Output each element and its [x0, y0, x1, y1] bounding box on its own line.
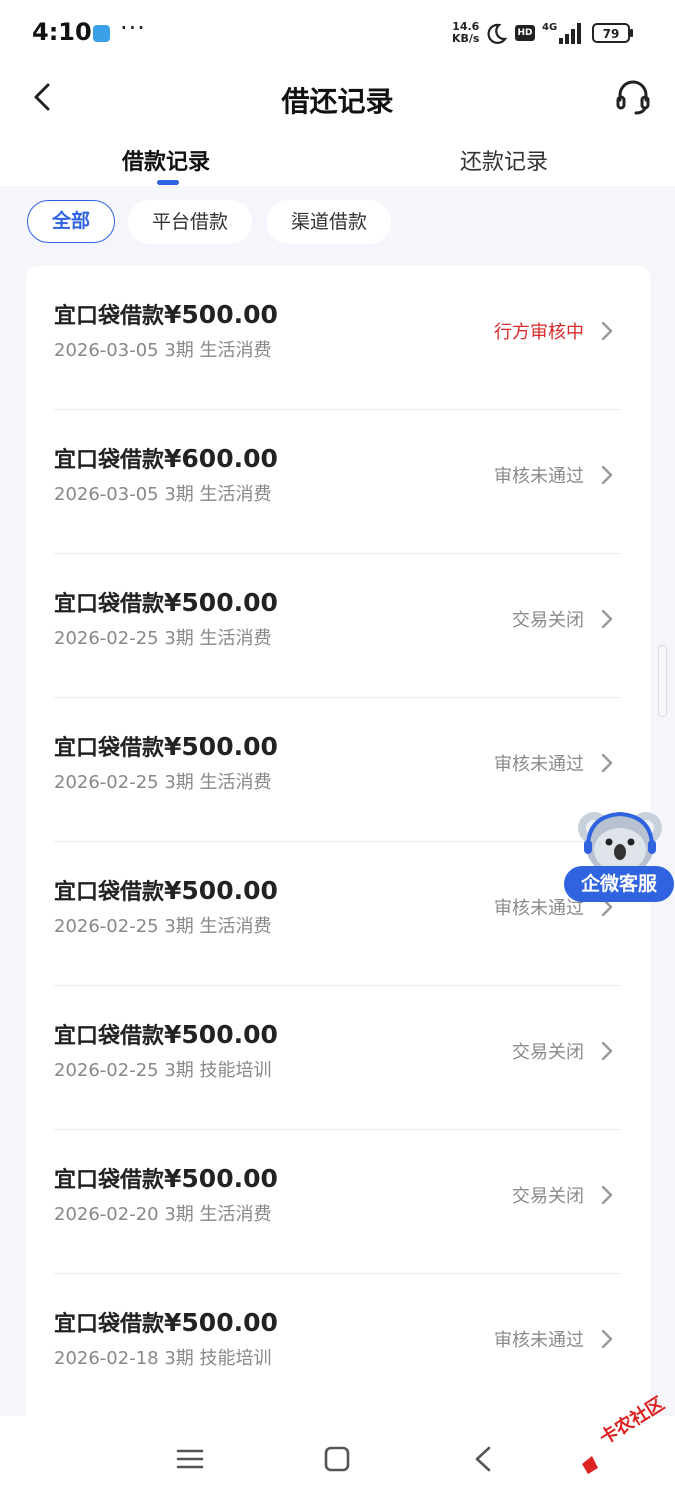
- filter-all[interactable]: 全部: [27, 200, 115, 243]
- record-status: 审核未通过: [494, 754, 584, 775]
- net-speed: 14.6 KB/s: [452, 21, 479, 45]
- record-name: 宜口袋借款: [54, 736, 165, 761]
- menu-icon[interactable]: [173, 1442, 207, 1476]
- record-title: 宜口袋借款¥500.00: [54, 1018, 278, 1050]
- back-triangle-icon[interactable]: [467, 1442, 501, 1476]
- record-amount: ¥500.00: [164, 1020, 278, 1049]
- record-tabs: 借款记录 还款记录: [0, 140, 675, 186]
- app-notification-icon: [93, 25, 110, 42]
- chevron-right-icon: [601, 609, 613, 629]
- scrollbar-thumb[interactable]: [658, 645, 667, 717]
- record-title: 宜口袋借款¥500.00: [54, 298, 278, 330]
- record-amount: ¥500.00: [164, 1164, 278, 1193]
- chevron-right-icon: [601, 321, 613, 341]
- record-title: 宜口袋借款¥500.00: [54, 730, 278, 762]
- record-title: 宜口袋借款¥500.00: [54, 874, 278, 906]
- loan-record-row[interactable]: 宜口袋借款¥500.00 2026-02-25 3期 生活消费 审核未通过: [26, 698, 650, 842]
- record-meta: 2026-03-05 3期 生活消费: [54, 484, 272, 505]
- battery-level: 79: [603, 27, 620, 41]
- chevron-right-icon: [601, 1329, 613, 1349]
- record-amount: ¥600.00: [164, 444, 278, 473]
- tab-loan-records[interactable]: 借款记录: [122, 144, 210, 176]
- loan-record-row[interactable]: 宜口袋借款¥500.00 2026-02-18 3期 技能培训 审核未通过: [26, 1274, 650, 1418]
- more-notifications-icon: ···: [120, 14, 146, 42]
- record-meta: 2026-02-25 3期 生活消费: [54, 916, 272, 937]
- chevron-right-icon: [601, 753, 613, 773]
- record-name: 宜口袋借款: [54, 1312, 165, 1337]
- record-status: 交易关闭: [512, 610, 584, 631]
- hd-badge: HD: [515, 25, 535, 41]
- record-title: 宜口袋借款¥500.00: [54, 1162, 278, 1194]
- loan-record-row[interactable]: 宜口袋借款¥500.00 2026-02-20 3期 生活消费 交易关闭: [26, 1130, 650, 1274]
- active-tab-indicator: [157, 180, 179, 185]
- record-name: 宜口袋借款: [54, 1024, 165, 1049]
- record-meta: 2026-02-25 3期 生活消费: [54, 772, 272, 793]
- record-meta: 2026-02-20 3期 生活消费: [54, 1204, 272, 1225]
- filter-channel-loan[interactable]: 渠道借款: [267, 200, 391, 244]
- filter-chips: 全部 平台借款 渠道借款: [0, 186, 675, 260]
- record-amount: ¥500.00: [164, 588, 278, 617]
- loan-record-row[interactable]: 宜口袋借款¥500.00 2026-02-25 3期 技能培训 交易关闭: [26, 986, 650, 1130]
- record-name: 宜口袋借款: [54, 592, 165, 617]
- record-status: 行方审核中: [494, 322, 584, 343]
- signal-4g-icon: 4G: [542, 22, 581, 44]
- record-name: 宜口袋借款: [54, 448, 165, 473]
- record-meta: 2026-02-18 3期 技能培训: [54, 1348, 272, 1369]
- page-title: 借还记录: [281, 85, 394, 118]
- do-not-disturb-moon-icon: [487, 23, 508, 44]
- home-square-icon[interactable]: [320, 1442, 354, 1476]
- wecom-service-button[interactable]: 企微客服: [564, 866, 674, 902]
- customer-service-headset-icon[interactable]: [614, 78, 652, 116]
- loan-record-list: 宜口袋借款¥500.00 2026-03-05 3期 生活消费 行方审核中 宜口…: [26, 266, 650, 1426]
- record-meta: 2026-03-05 3期 生活消费: [54, 340, 272, 361]
- chevron-right-icon: [601, 465, 613, 485]
- record-amount: ¥500.00: [164, 300, 278, 329]
- record-status: 审核未通过: [494, 1330, 584, 1351]
- chevron-right-icon: [601, 1185, 613, 1205]
- net-speed-unit: KB/s: [452, 32, 480, 45]
- status-time: 4:10: [32, 18, 92, 46]
- chevron-right-icon: [601, 1041, 613, 1061]
- record-status: 交易关闭: [512, 1186, 584, 1207]
- status-bar: 4:10 ··· 14.6 KB/s HD 4G 79: [0, 0, 675, 68]
- record-meta: 2026-02-25 3期 技能培训: [54, 1060, 272, 1081]
- record-amount: ¥500.00: [164, 732, 278, 761]
- loan-record-row[interactable]: 宜口袋借款¥500.00 2026-03-05 3期 生活消费 行方审核中: [26, 266, 650, 410]
- record-title: 宜口袋借款¥500.00: [54, 586, 278, 618]
- record-name: 宜口袋借款: [54, 880, 165, 905]
- record-title: 宜口袋借款¥600.00: [54, 442, 278, 474]
- record-title: 宜口袋借款¥500.00: [54, 1306, 278, 1338]
- loan-record-row[interactable]: 宜口袋借款¥500.00 2026-02-25 3期 生活消费 交易关闭: [26, 554, 650, 698]
- record-name: 宜口袋借款: [54, 304, 165, 329]
- record-meta: 2026-02-25 3期 生活消费: [54, 628, 272, 649]
- tab-repayment-records[interactable]: 还款记录: [460, 144, 548, 176]
- record-amount: ¥500.00: [164, 876, 278, 905]
- record-amount: ¥500.00: [164, 1308, 278, 1337]
- loan-record-row[interactable]: 宜口袋借款¥600.00 2026-03-05 3期 生活消费 审核未通过: [26, 410, 650, 554]
- record-status: 交易关闭: [512, 1042, 584, 1063]
- record-name: 宜口袋借款: [54, 1168, 165, 1193]
- filter-platform-loan[interactable]: 平台借款: [128, 200, 252, 244]
- battery-icon: 79: [592, 23, 633, 43]
- record-status: 审核未通过: [494, 466, 584, 487]
- network-label: 4G: [542, 22, 557, 33]
- loan-record-row[interactable]: 宜口袋借款¥500.00 2026-02-25 3期 生活消费 审核未通过: [26, 842, 650, 986]
